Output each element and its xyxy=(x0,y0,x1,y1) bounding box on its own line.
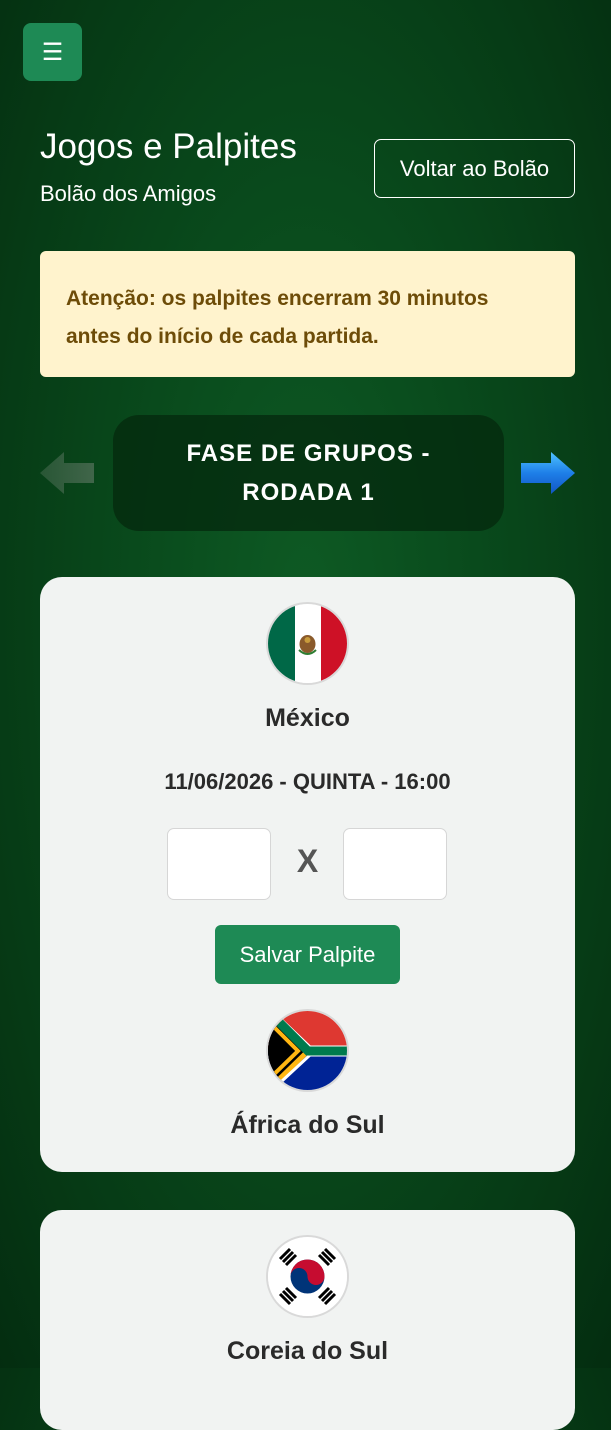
menu-button[interactable]: ☰ xyxy=(23,23,82,81)
pool-name: Bolão dos Amigos xyxy=(40,181,217,206)
south-korea-flag-icon xyxy=(268,1237,347,1316)
versus-separator: X xyxy=(296,843,319,879)
arrow-left-icon xyxy=(40,452,94,494)
arrow-right-icon xyxy=(521,452,575,494)
mexico-flag-icon xyxy=(268,604,347,683)
away-team-name: África do Sul xyxy=(230,1111,385,1139)
deadline-alert: Atenção: os palpites encerram 30 minutos… xyxy=(40,251,575,377)
match-datetime: 11/06/2026 - QUINTA - 16:00 xyxy=(164,769,451,794)
home-team-name: México xyxy=(265,704,350,732)
away-score-input[interactable] xyxy=(343,828,447,900)
round-title: FASE DE GRUPOS - RODADA 1 xyxy=(186,440,431,506)
hamburger-menu-icon: ☰ xyxy=(41,38,64,66)
home-team-name: Coreia do Sul xyxy=(226,1337,389,1365)
back-to-pool-button[interactable]: Voltar ao Bolão xyxy=(374,139,575,198)
page-title: Jogos e Palpites xyxy=(40,127,297,166)
next-round-button[interactable] xyxy=(519,450,575,496)
match-card: México 11/06/2026 - QUINTA - 16:00 X Sal… xyxy=(40,577,575,1172)
south-africa-flag-icon xyxy=(268,1011,347,1090)
save-guess-button[interactable]: Salvar Palpite xyxy=(215,925,400,984)
match-card: Coreia do Sul xyxy=(40,1210,575,1430)
previous-round-button[interactable] xyxy=(40,450,96,496)
round-selector: FASE DE GRUPOS - RODADA 1 xyxy=(113,415,504,531)
